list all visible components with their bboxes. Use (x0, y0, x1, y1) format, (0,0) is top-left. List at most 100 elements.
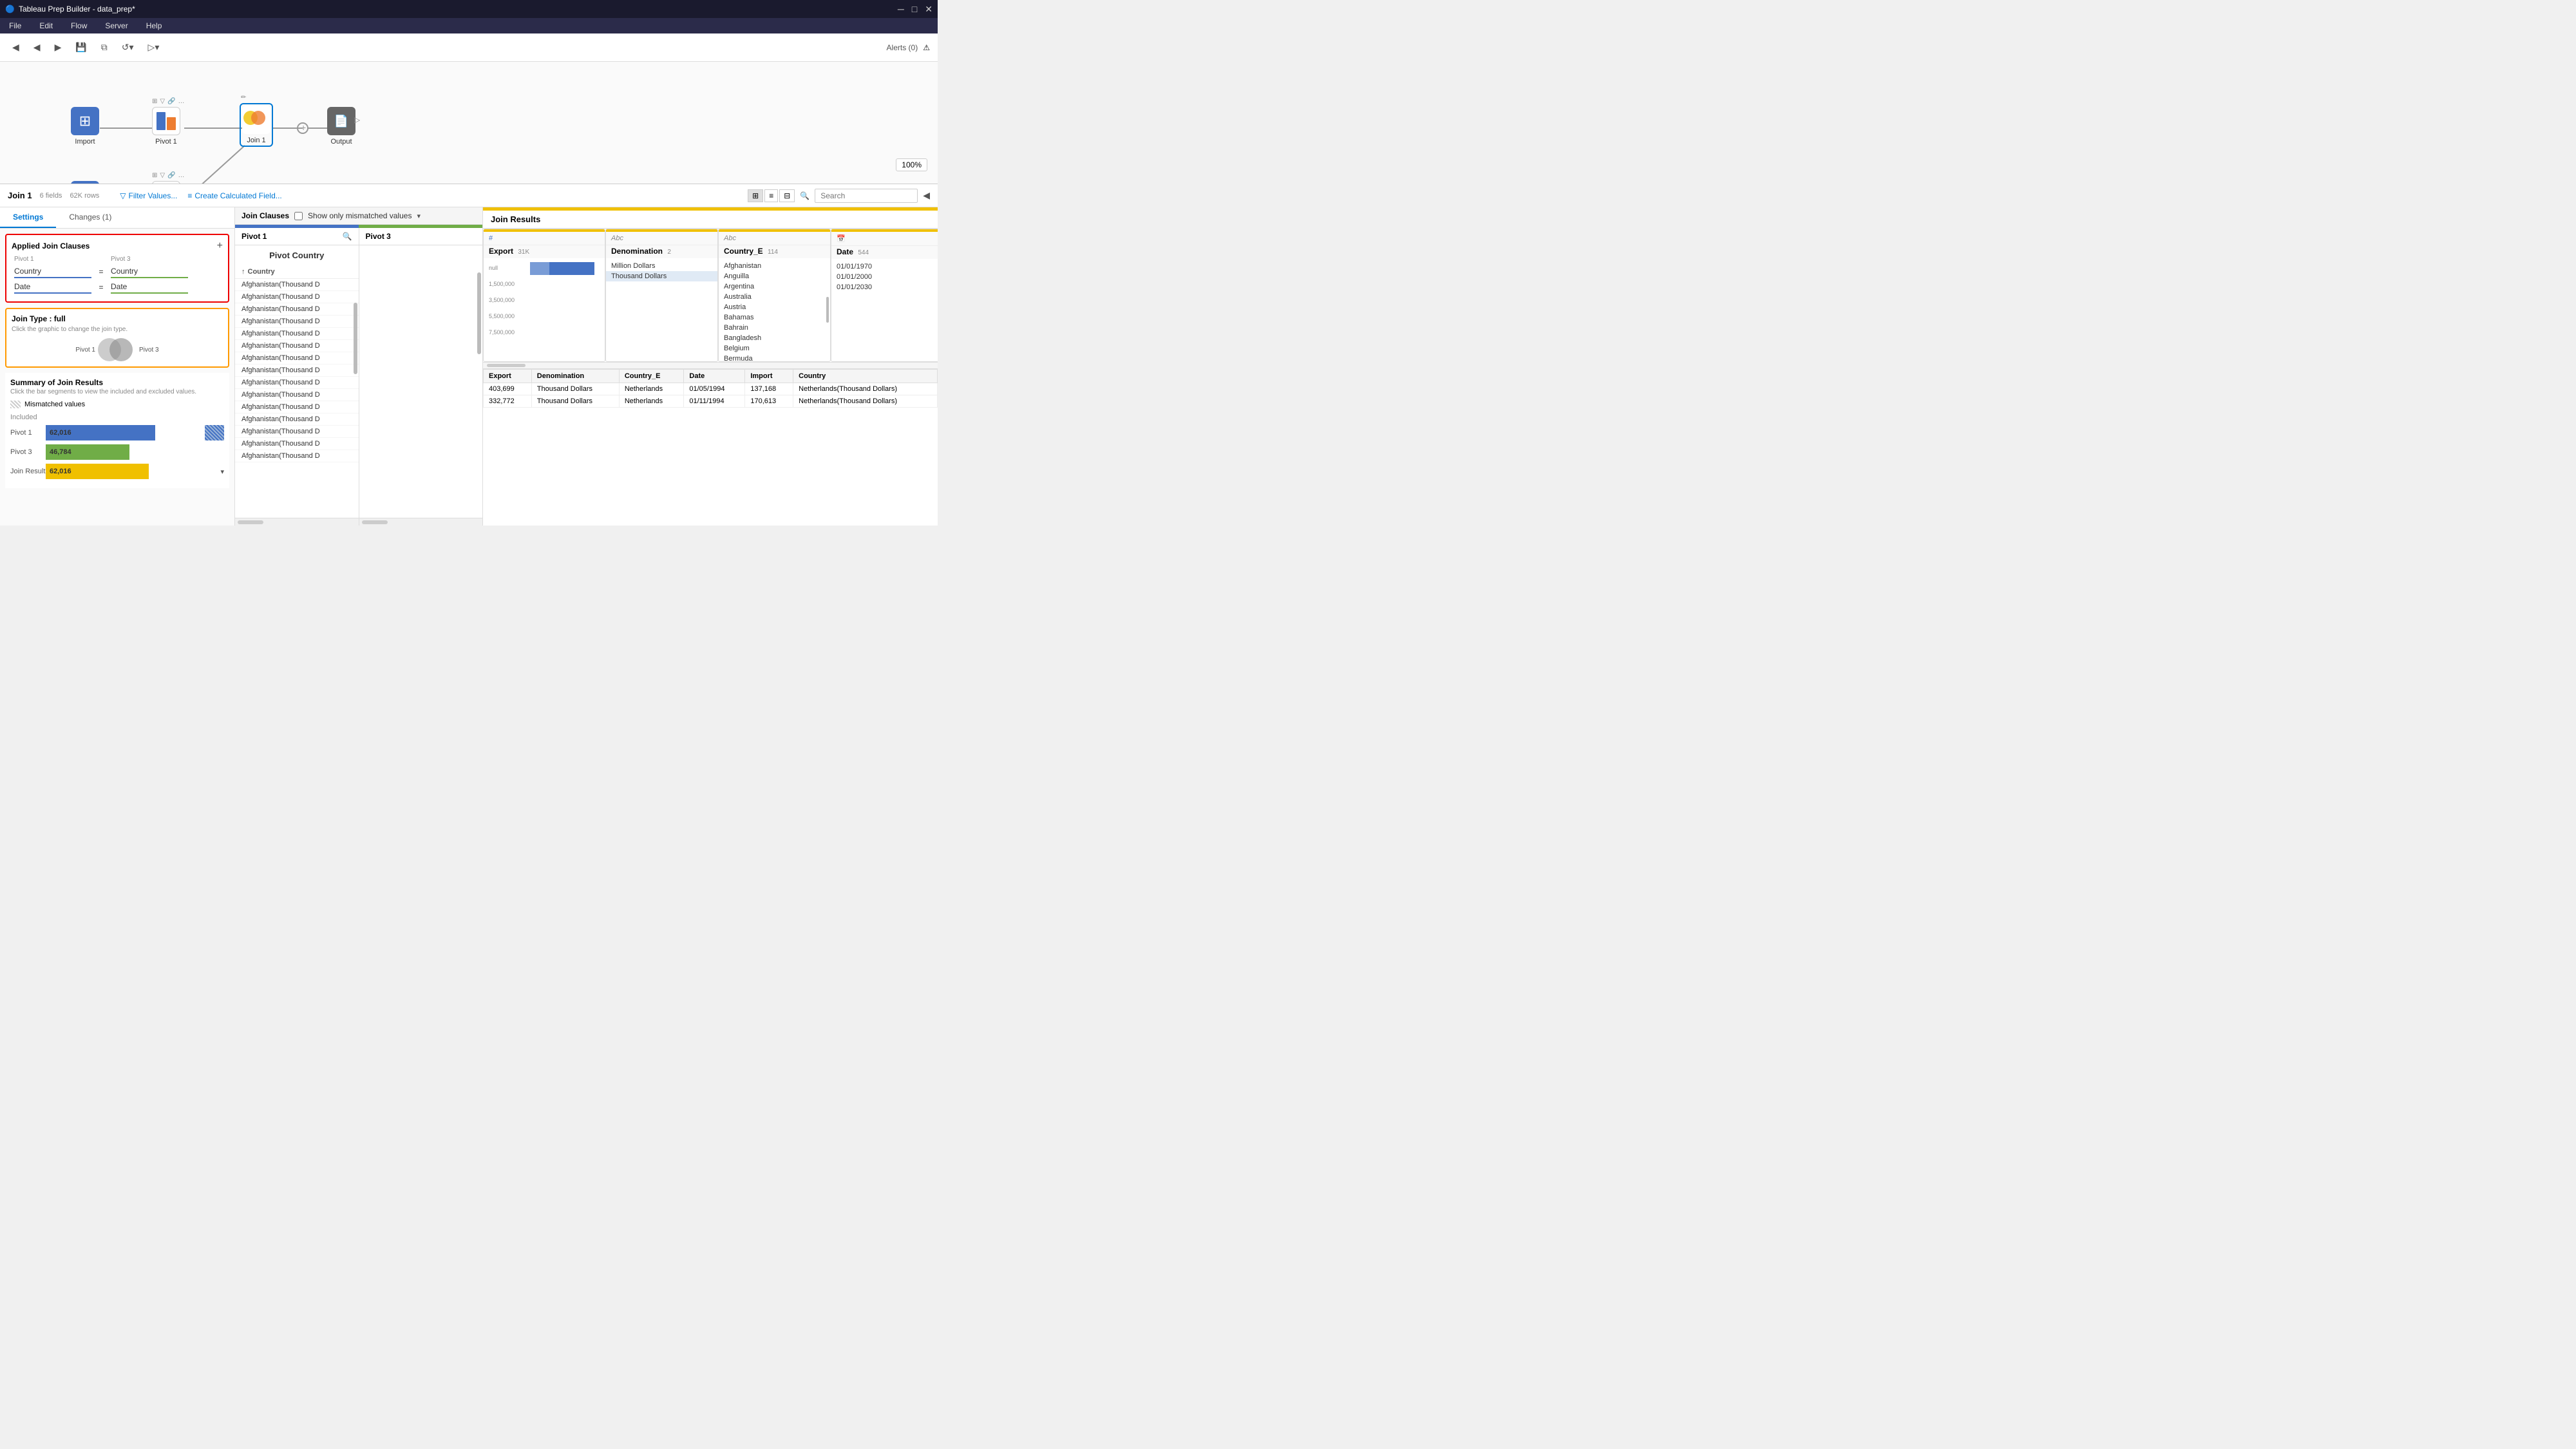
pivot1-h-scrollbar[interactable] (235, 518, 359, 526)
join-rows: 62K rows (70, 192, 99, 200)
back-btn[interactable]: ◀ (29, 39, 45, 56)
list-item[interactable]: Afghanistan(Thousand D (235, 303, 359, 316)
tab-settings[interactable]: Settings (0, 207, 56, 228)
list-item[interactable]: Afghanistan(Thousand D (235, 377, 359, 389)
join-clauses-header: Join Clauses Show only mismatched values… (235, 207, 482, 225)
view-grid-btn[interactable]: ⊞ (748, 189, 763, 202)
th-country[interactable]: Country (793, 370, 938, 383)
run-btn[interactable]: ▷▾ (144, 39, 164, 56)
denomination-thousand[interactable]: Thousand Dollars (606, 271, 717, 281)
denomination-million[interactable]: Million Dollars (606, 261, 717, 271)
list-item[interactable]: Afghanistan(Thousand D (235, 352, 359, 365)
list-item[interactable]: Afghanistan(Thousand D (235, 291, 359, 303)
join-clauses-title: Applied Join Clauses (12, 242, 90, 251)
collapse-btn[interactable]: ◀ (923, 190, 930, 201)
minimize-btn[interactable]: ─ (898, 4, 904, 15)
list-item[interactable]: Afghanistan(Thousand D (235, 365, 359, 377)
list-item[interactable]: Afghanistan(Thousand D (235, 450, 359, 462)
country-e-bermuda[interactable]: Bermuda (719, 354, 830, 361)
country-e-bangladesh[interactable]: Bangladesh (719, 333, 830, 343)
menu-file[interactable]: File (5, 20, 25, 32)
flow-node-output[interactable]: 📄 Output (327, 107, 355, 146)
add-clause-btn[interactable]: + (217, 240, 223, 252)
date-2030[interactable]: 01/01/2030 (831, 282, 938, 292)
forward-btn[interactable]: ▶ (50, 39, 66, 56)
hatch-icon (10, 401, 21, 408)
th-import[interactable]: Import (745, 370, 793, 383)
th-country-e[interactable]: Country_E (619, 370, 684, 383)
maximize-btn[interactable]: □ (912, 4, 917, 15)
tab-changes[interactable]: Changes (1) (56, 207, 124, 228)
pivot3-list[interactable] (359, 245, 483, 518)
date-2000[interactable]: 01/01/2000 (831, 272, 938, 282)
copy-btn[interactable]: ⧉ (97, 39, 112, 56)
list-item[interactable]: Afghanistan(Thousand D (235, 279, 359, 291)
country-e-argentina[interactable]: Argentina (719, 281, 830, 292)
th-export[interactable]: Export (484, 370, 532, 383)
calc-field-btn[interactable]: ≡ Create Calculated Field... (187, 191, 281, 200)
menu-help[interactable]: Help (142, 20, 166, 32)
menu-server[interactable]: Server (101, 20, 131, 32)
pivot3-bar[interactable]: 46,784 (46, 444, 129, 460)
clause-right-2[interactable]: Date (111, 281, 188, 294)
filter-values-btn[interactable]: ▽ Filter Values... (120, 191, 177, 200)
list-item[interactable]: Afghanistan(Thousand D (235, 438, 359, 450)
pivot1-scrollbar[interactable] (354, 303, 357, 374)
menu-edit[interactable]: Edit (35, 20, 57, 32)
run-output-btn[interactable]: ▷ (354, 115, 360, 124)
country-e-australia[interactable]: Australia (719, 292, 830, 302)
list-item[interactable]: Afghanistan(Thousand D (235, 389, 359, 401)
list-item[interactable]: Afghanistan(Thousand D (235, 426, 359, 438)
menu-flow[interactable]: Flow (67, 20, 91, 32)
clause-right-1[interactable]: Country (111, 265, 188, 278)
venn-diagram[interactable] (98, 338, 137, 361)
list-item[interactable]: Afghanistan(Thousand D (235, 340, 359, 352)
country-e-afghanistan[interactable]: Afghanistan (719, 261, 830, 271)
main-content: Settings Changes (1) Applied Join Clause… (0, 207, 938, 526)
result-dropdown[interactable]: ▾ (220, 468, 224, 476)
pivot3-scrollbar[interactable] (477, 272, 481, 354)
join-venn[interactable]: Pivot 1 Pivot 3 (12, 338, 223, 361)
view-compact-btn[interactable]: ⊟ (779, 189, 795, 202)
refresh-btn[interactable]: ↺▾ (117, 39, 138, 56)
country-e-austria[interactable]: Austria (719, 302, 830, 312)
pivot1-list[interactable]: Afghanistan(Thousand D Afghanistan(Thous… (235, 279, 359, 462)
flow-node-export[interactable]: ⊞ Export (71, 181, 99, 184)
hash-icon: # (489, 234, 493, 242)
th-denomination[interactable]: Denomination (531, 370, 619, 383)
flow-node-import[interactable]: ⊞ Import (71, 107, 99, 146)
pivot1-bar[interactable]: 62,016 (46, 425, 155, 440)
close-btn[interactable]: ✕ (925, 4, 933, 15)
venn-left-label: Pivot 1 (75, 346, 95, 354)
summary-title: Summary of Join Results (10, 378, 224, 387)
results-h-scrollbar[interactable] (483, 363, 938, 369)
field-card-denomination: Abc Denomination 2 Million Dollars Thous… (605, 229, 718, 362)
pivot1-search-icon[interactable]: 🔍 (343, 232, 352, 241)
country-e-anguilla[interactable]: Anguilla (719, 271, 830, 281)
sidebar-toggle-btn[interactable]: ◀ (8, 39, 24, 56)
join-result-bar[interactable]: 62,016 (46, 464, 149, 479)
date-field-name: Date (837, 247, 853, 256)
mismatch-dropdown[interactable]: ▾ (417, 212, 421, 220)
country-e-scrollbar[interactable] (826, 297, 829, 323)
join-title: Join 1 (8, 191, 32, 200)
clause-left-1[interactable]: Country (14, 265, 91, 278)
list-item[interactable]: Afghanistan(Thousand D (235, 328, 359, 340)
country-e-bahrain[interactable]: Bahrain (719, 323, 830, 333)
list-item[interactable]: Afghanistan(Thousand D (235, 316, 359, 328)
list-item[interactable]: Afghanistan(Thousand D (235, 413, 359, 426)
clause-left-2[interactable]: Date (14, 281, 91, 294)
mismatch-checkbox[interactable] (294, 212, 303, 220)
view-list-btn[interactable]: ≡ (764, 189, 778, 202)
country-e-belgium[interactable]: Belgium (719, 343, 830, 354)
list-item[interactable]: Afghanistan(Thousand D (235, 401, 359, 413)
country-e-bahamas[interactable]: Bahamas (719, 312, 830, 323)
date-1970[interactable]: 01/01/1970 (831, 261, 938, 272)
search-input[interactable] (815, 189, 918, 203)
th-date[interactable]: Date (684, 370, 745, 383)
pivot3-h-scrollbar[interactable] (359, 518, 483, 526)
save-btn[interactable]: 💾 (71, 39, 91, 56)
flow-node-pivot3[interactable]: ⊞▽🔗… Pivot 3 (152, 181, 180, 184)
flow-node-join1[interactable]: ✏ Join 1 (240, 103, 273, 147)
flow-node-pivot1[interactable]: ⊞▽🔗… Pivot 1 (152, 107, 180, 146)
